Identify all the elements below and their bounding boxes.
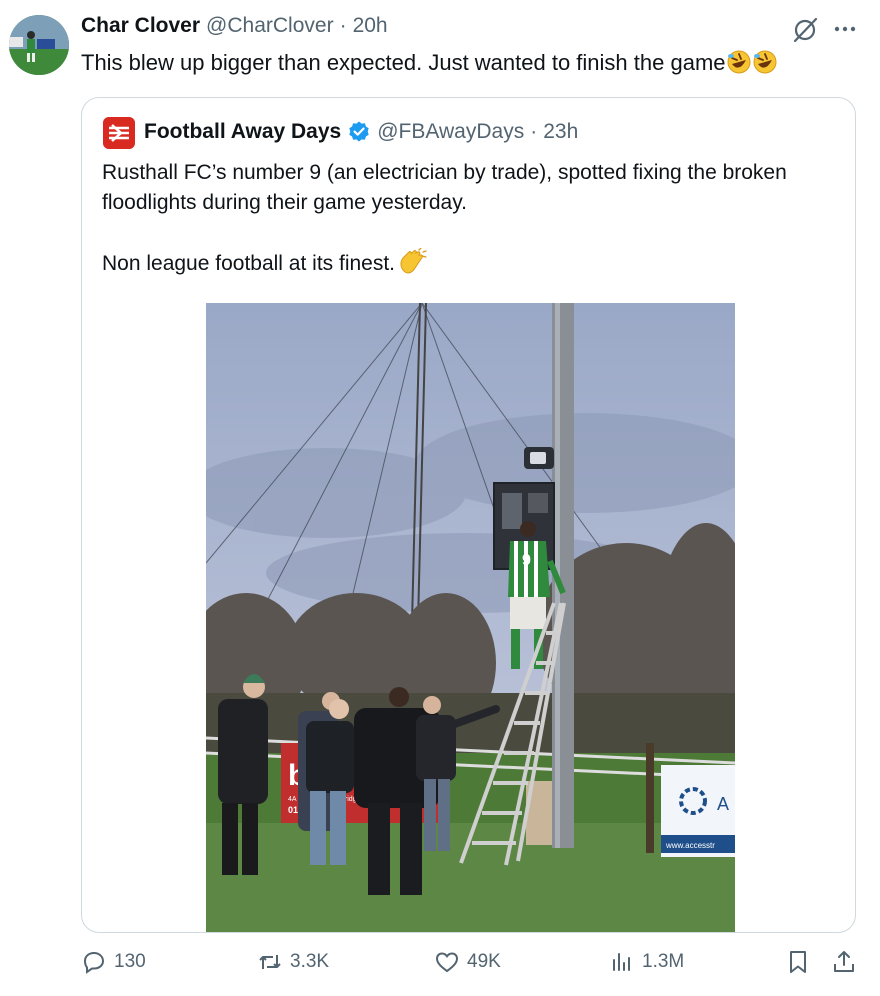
quoted-text: Rusthall FC’s number 9 (an electrician b… — [102, 158, 822, 309]
avatar-photo — [9, 15, 69, 75]
heart-icon — [435, 952, 459, 973]
views-chart-icon — [613, 953, 630, 971]
post-time[interactable]: 20h — [353, 14, 388, 38]
views-button[interactable]: 1.3M — [608, 948, 684, 976]
quoted-photo[interactable]: b 4A H bridge, K 0173 35 A www.accesstr — [206, 303, 735, 933]
like-count: 49K — [467, 951, 501, 972]
bookmark-icon — [790, 951, 806, 973]
verified-badge-icon[interactable] — [347, 120, 371, 144]
action-bar: 130 3.3K 49K 1.3M — [0, 948, 880, 988]
share-icon — [834, 951, 854, 972]
bookmark-button[interactable] — [784, 948, 812, 976]
like-button[interactable]: 49K — [433, 948, 501, 976]
quoted-header: Football Away Days @FBAwayDays · 23h — [144, 120, 578, 144]
reply-icon — [83, 951, 105, 974]
header-separator: · — [339, 14, 347, 37]
clapping-hands-emoji-icon — [400, 248, 427, 274]
author-avatar[interactable] — [9, 15, 69, 75]
grok-icon[interactable] — [790, 15, 820, 45]
quoted-author-name[interactable]: Football Away Days — [144, 120, 341, 144]
repost-count: 3.3K — [290, 951, 330, 972]
quoted-tweet-card[interactable]: Football Away Days @FBAwayDays · 23h Rus… — [81, 97, 856, 933]
advert-board-right: A www.accesstr — [661, 765, 735, 857]
author-handle[interactable]: @CharClover — [206, 14, 334, 38]
advert-right-letter: A — [717, 794, 729, 814]
tweet-text-body: This blew up bigger than expected. Just … — [81, 50, 726, 75]
quoted-paragraph-2: Non league football at its finest. — [102, 248, 822, 279]
share-button[interactable] — [830, 948, 858, 976]
reply-button[interactable]: 130 — [80, 948, 146, 976]
tweet: Char Clover @CharClover · 20h This blew … — [0, 0, 880, 996]
rofl-emoji-icon — [753, 50, 776, 74]
shirt-number: 9 — [522, 552, 531, 569]
author-name[interactable]: Char Clover — [81, 14, 200, 38]
tweet-text: This blew up bigger than expected. Just … — [81, 48, 778, 78]
quoted-author-avatar[interactable] — [103, 117, 135, 149]
repost-icon — [259, 955, 281, 969]
quoted-paragraph-1: Rusthall FC’s number 9 (an electrician b… — [102, 161, 787, 214]
rofl-emoji-icon — [727, 50, 750, 74]
author-header: Char Clover @CharClover · 20h — [81, 14, 388, 38]
advert-right-url: www.accesstr — [665, 841, 715, 850]
repost-button[interactable]: 3.3K — [256, 948, 329, 976]
quoted-paragraph-2-text: Non league football at its finest. — [102, 252, 396, 275]
reply-count: 130 — [114, 951, 146, 972]
fence-post — [646, 743, 654, 853]
views-count: 1.3M — [642, 951, 685, 972]
quoted-author-handle[interactable]: @FBAwayDays — [377, 120, 524, 144]
quoted-header-separator: · — [530, 120, 538, 143]
quoted-post-time[interactable]: 23h — [543, 120, 578, 144]
more-options-icon[interactable] — [832, 16, 858, 42]
